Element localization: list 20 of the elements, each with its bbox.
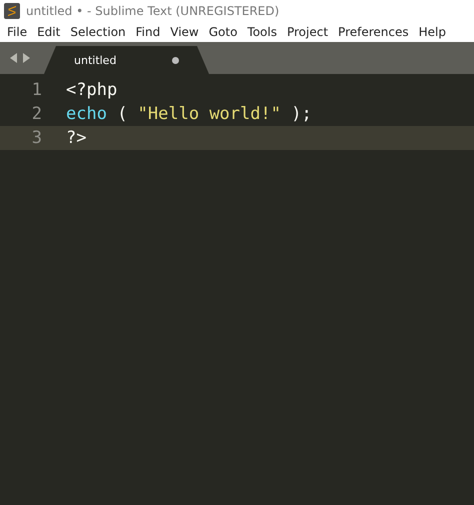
tab-navigation-icon[interactable] [10, 53, 32, 63]
window-title: untitled • - Sublime Text (UNREGISTERED) [26, 4, 280, 18]
code-line: ?> [66, 128, 86, 148]
line-number: 1 [30, 80, 43, 100]
menu-item[interactable]: Tools [242, 25, 282, 39]
menu-item[interactable]: Selection [65, 25, 131, 39]
menu-item[interactable]: Help [414, 25, 451, 39]
line-number: 2 [30, 104, 43, 124]
menu-item[interactable]: Find [130, 25, 166, 39]
app-logo-icon [4, 3, 20, 19]
menu-item[interactable]: File [2, 25, 32, 39]
code-line: echo ( "Hello world!" ); [66, 104, 312, 124]
code-line: <?php [66, 80, 118, 100]
menu-item[interactable]: View [165, 25, 204, 39]
menu-item[interactable]: Edit [32, 25, 66, 39]
tab[interactable]: untitled [44, 46, 209, 74]
menu-item[interactable]: Preferences [333, 25, 414, 39]
line-number: 3 [30, 128, 43, 148]
menu-item[interactable]: Project [282, 25, 334, 39]
menu-item[interactable]: Goto [204, 25, 242, 39]
